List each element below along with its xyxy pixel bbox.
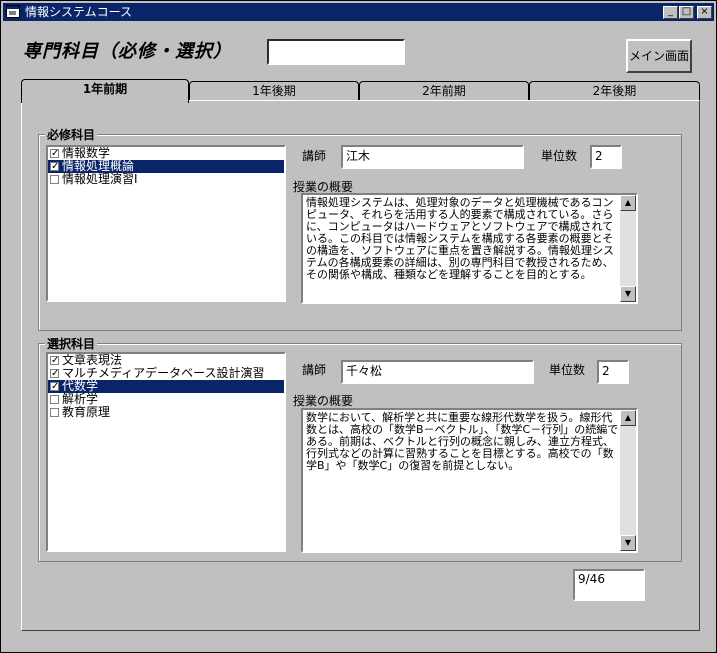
checkbox-icon[interactable]: [50, 395, 59, 404]
list-item-label: マルチメディアデータベース設計演習: [62, 366, 265, 380]
search-input[interactable]: [267, 39, 405, 65]
title-bar[interactable]: 情報システムコース _ □ ×: [3, 3, 714, 21]
elective-summary-text: 数学において、解析学と共に重要な線形代数学を扱う。線形代数とは、高校の「数学B－…: [306, 411, 619, 472]
elective-instructor-label: 講師: [302, 363, 327, 377]
required-summary-scrollbar[interactable]: ▲ ▼: [620, 195, 636, 302]
scroll-down-icon[interactable]: ▼: [620, 286, 636, 302]
checkbox-icon[interactable]: [50, 408, 59, 417]
elective-summary-textarea[interactable]: 数学において、解析学と共に重要な線形代数学を扱う。線形代数とは、高校の「数学B－…: [301, 408, 638, 553]
checkbox-icon[interactable]: [50, 367, 59, 380]
scroll-up-icon[interactable]: ▲: [620, 410, 636, 426]
required-summary-textarea[interactable]: 情報処理システムは、処理対象のデータと処理機械であるコンピュータ、それらを活用す…: [301, 193, 638, 304]
required-course-list[interactable]: 情報数学情報処理概論情報処理演習Ⅰ: [46, 145, 286, 302]
required-summary-text: 情報処理システムは、処理対象のデータと処理機械であるコンピュータ、それらを活用す…: [306, 196, 614, 281]
checkbox-icon[interactable]: [50, 380, 59, 393]
elective-group: 選択科目 文章表現法マルチメディアデータベース設計演習代数学解析学教育原理 講師…: [38, 335, 682, 562]
required-group: 必修科目 情報数学情報処理概論情報処理演習Ⅰ 講師 江木 単位数 2 授業の概要…: [38, 126, 682, 331]
required-group-label: 必修科目: [45, 126, 98, 143]
elective-course-list[interactable]: 文章表現法マルチメディアデータベース設計演習代数学解析学教育原理: [46, 352, 286, 552]
list-item-label: 教育原理: [62, 405, 111, 419]
close-button[interactable]: ×: [697, 6, 712, 19]
elective-credits-label: 単位数: [549, 363, 586, 377]
checkbox-icon[interactable]: [50, 354, 59, 367]
tab-panel: 必修科目 情報数学情報処理概論情報処理演習Ⅰ 講師 江木 単位数 2 授業の概要…: [21, 100, 700, 631]
list-item-label: 代数学: [62, 379, 99, 393]
list-item-label: 情報数学: [62, 146, 111, 160]
list-item[interactable]: 教育原理: [48, 406, 284, 419]
main-screen-button[interactable]: メイン画面: [626, 39, 692, 73]
list-item-label: 情報処理概論: [62, 159, 135, 173]
maximize-button[interactable]: □: [679, 6, 694, 19]
required-credits-label: 単位数: [541, 149, 578, 163]
minimize-button[interactable]: _: [663, 6, 678, 19]
main-window: 情報システムコース _ □ × 専門科目（必修・選択） メイン画面 1年前期 1…: [0, 0, 717, 653]
tab-1st-year-first-half[interactable]: 1年前期: [21, 79, 189, 103]
window-title: 情報システムコース: [25, 5, 133, 19]
elective-instructor-field[interactable]: 千々松: [341, 360, 534, 384]
checkbox-icon[interactable]: [50, 160, 59, 173]
required-instructor-label: 講師: [302, 149, 327, 163]
checkbox-icon[interactable]: [50, 147, 59, 160]
list-item-label: 文章表現法: [62, 353, 123, 367]
elective-summary-scrollbar[interactable]: ▲ ▼: [620, 410, 636, 551]
page-title: 専門科目（必修・選択）: [23, 41, 232, 62]
required-credits-field[interactable]: 2: [590, 145, 622, 169]
scroll-down-icon[interactable]: ▼: [620, 535, 636, 551]
checkbox-icon[interactable]: [50, 175, 59, 184]
tab-2nd-year-first-half[interactable]: 2年前期: [359, 81, 529, 101]
tab-2nd-year-second-half[interactable]: 2年後期: [529, 81, 700, 101]
tab-1st-year-second-half[interactable]: 1年後期: [189, 81, 359, 101]
elective-group-label: 選択科目: [45, 335, 98, 352]
list-item[interactable]: 情報処理演習Ⅰ: [48, 173, 284, 186]
tab-strip: 1年前期 1年後期 2年前期 2年後期: [21, 79, 700, 103]
app-icon: [6, 5, 20, 18]
page-counter: 9/46: [573, 569, 645, 601]
list-item-label: 情報処理演習Ⅰ: [62, 172, 138, 186]
list-item-label: 解析学: [62, 392, 99, 406]
required-instructor-field[interactable]: 江木: [341, 145, 524, 169]
elective-credits-field[interactable]: 2: [597, 360, 629, 384]
elective-summary-label: 授業の概要: [293, 394, 354, 408]
scroll-up-icon[interactable]: ▲: [620, 195, 636, 211]
